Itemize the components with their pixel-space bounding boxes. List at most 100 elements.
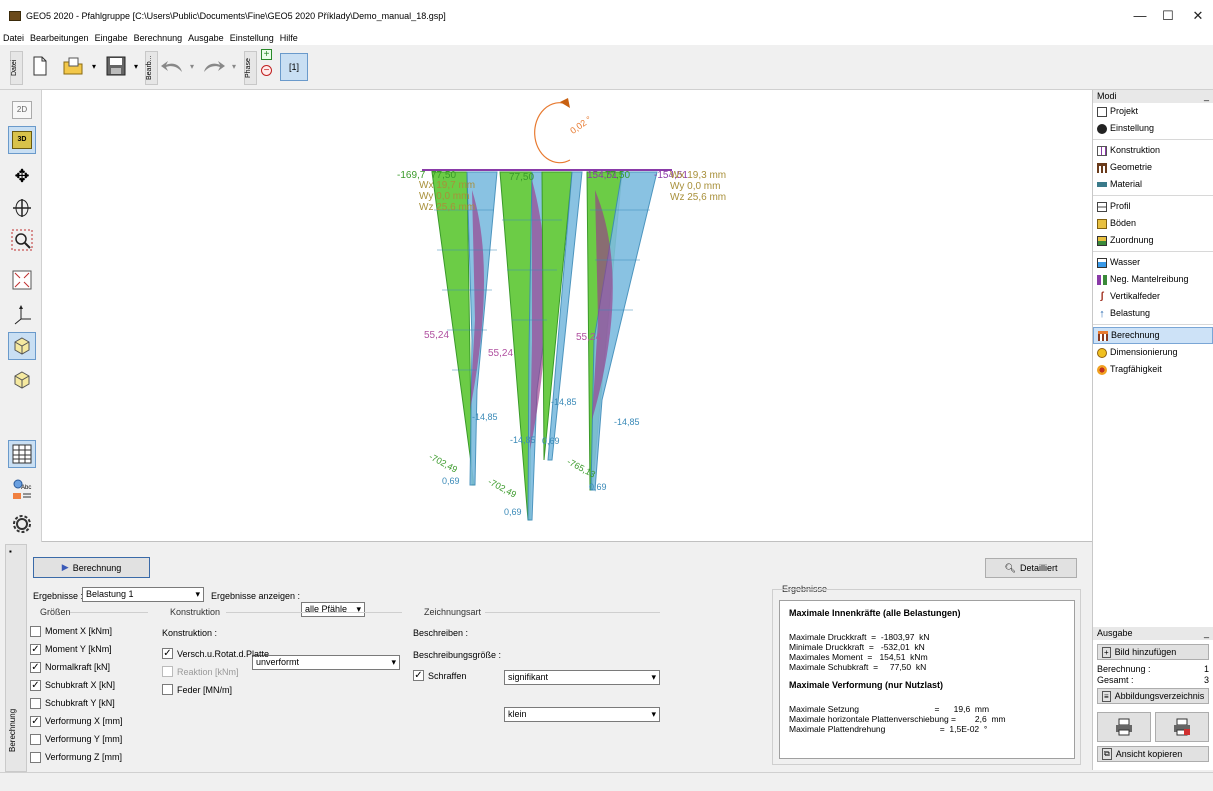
checkbox[interactable] (30, 625, 41, 637)
zoom-icon[interactable] (8, 226, 36, 254)
save-file-icon[interactable] (104, 53, 128, 79)
spring-option[interactable]: Feder [MN/m] (162, 684, 232, 695)
zoom-extents-icon[interactable] (8, 266, 36, 294)
print-button[interactable] (1097, 712, 1151, 742)
menu-berechnung[interactable]: Berechnung (131, 31, 186, 45)
new-file-icon[interactable] (28, 53, 52, 79)
checkbox[interactable] (162, 666, 173, 677)
minimize-button[interactable]: — (1125, 6, 1155, 26)
menu-einstellung[interactable]: Einstellung (227, 31, 277, 45)
checkbox[interactable] (30, 733, 41, 745)
bearbeitungen-toolbar-tab[interactable]: Bearb... (145, 51, 158, 85)
deform-left-wy: Wy 0,0 mm (419, 191, 470, 202)
axes-icon[interactable] (8, 300, 36, 328)
plate-displacement-option[interactable]: ✓ Versch.u.Rotat.d.Platte (162, 648, 269, 659)
berechnung-side-tab[interactable]: Berechnung (8, 692, 22, 768)
menu-eingabe[interactable]: Eingabe (92, 31, 131, 45)
results-box: Maximale Innenkräfte (alle Belastungen) … (779, 600, 1075, 759)
remove-phase-icon[interactable]: − (261, 65, 272, 76)
figures-list-button[interactable]: ≡ Abbildungsverzeichnis (1097, 688, 1209, 704)
construction-dropdown[interactable]: unverformt (252, 655, 400, 670)
phase-1-button[interactable]: [1] (280, 53, 308, 81)
phase-toolbar-tab[interactable]: Phase (244, 51, 257, 85)
view-3d-button[interactable]: 3D (8, 126, 36, 154)
mode-geometrie[interactable]: Geometrie (1093, 159, 1213, 176)
print-preview-button[interactable] (1155, 712, 1209, 742)
quantity-deformation-y[interactable]: Verformung Y [mm] (30, 730, 123, 748)
rotate-icon[interactable] (8, 194, 36, 222)
quantity-deformation-x-label: Verformung X [mm] (45, 716, 123, 726)
undo-dropdown-icon[interactable]: ▾ (190, 62, 194, 71)
save-dropdown-icon[interactable]: ▾ (134, 62, 138, 71)
mode-profil[interactable]: Profil (1093, 198, 1213, 215)
mode-vertikalfeder[interactable]: ʃ Vertikalfeder (1093, 288, 1213, 305)
checkbox[interactable] (30, 697, 41, 709)
mode-einstellung[interactable]: Einstellung (1093, 120, 1213, 137)
show-results-dropdown[interactable]: alle Pfähle (301, 602, 365, 617)
checkbox[interactable]: ✓ (30, 661, 41, 673)
mode-projekt[interactable]: Projekt (1093, 103, 1213, 120)
quantity-moment-x[interactable]: Moment X [kNm] (30, 622, 123, 640)
results-dropdown[interactable]: Belastung 1 (82, 587, 204, 602)
menu-hilfe[interactable]: Hilfe (277, 31, 301, 45)
checkbox[interactable]: ✓ (413, 670, 424, 681)
table-view-icon[interactable] (8, 440, 36, 468)
undo-icon[interactable] (160, 53, 184, 79)
checkbox[interactable]: ✓ (30, 643, 41, 655)
redo-dropdown-icon[interactable]: ▾ (232, 62, 236, 71)
describe-dropdown[interactable]: signifikant (504, 670, 660, 685)
view-2d-button[interactable]: 2D (8, 96, 36, 124)
checkbox[interactable] (162, 684, 173, 695)
quantity-shear-x[interactable]: ✓ Schubkraft X [kN] (30, 676, 123, 694)
quantity-shear-y[interactable]: Schubkraft Y [kN] (30, 694, 123, 712)
calculate-button[interactable]: ▶ Berechnung (33, 557, 150, 578)
mode-belastung[interactable]: ↑ Belastung (1093, 305, 1213, 322)
pin-icon[interactable]: ▪ (9, 547, 12, 556)
reaction-option[interactable]: Reaktion [kNm] (162, 666, 239, 677)
add-picture-button[interactable]: + Bild hinzufügen (1097, 644, 1209, 660)
mode-wasser[interactable]: Wasser (1093, 254, 1213, 271)
datei-toolbar-tab[interactable]: Datei (10, 51, 23, 85)
output-collapse-icon[interactable]: _ (1204, 627, 1209, 640)
labels-settings-icon[interactable]: Abc (8, 476, 36, 504)
copy-view-button[interactable]: ⧉ Ansicht kopieren (1097, 746, 1209, 762)
quantity-deformation-z[interactable]: Verformung Z [mm] (30, 748, 123, 766)
checkbox[interactable]: ✓ (30, 679, 41, 691)
reaction-label: Reaktion [kNm] (177, 666, 239, 677)
checkbox[interactable] (30, 751, 41, 763)
menu-bearbeitungen[interactable]: Bearbeitungen (27, 31, 92, 45)
mode-dimensionierung[interactable]: Dimensionierung (1093, 344, 1213, 361)
checkbox[interactable]: ✓ (30, 715, 41, 727)
quantity-normal-force[interactable]: ✓ Normalkraft [kN] (30, 658, 123, 676)
hatching-label: Schraffen (428, 670, 467, 681)
mode-berechnung[interactable]: Berechnung (1093, 327, 1213, 344)
mode-konstruktion[interactable]: Konstruktion (1093, 142, 1213, 159)
shear-label-4: -14,85 (614, 417, 640, 427)
open-dropdown-icon[interactable]: ▾ (92, 62, 96, 71)
pan-icon[interactable]: ✥ (8, 162, 36, 190)
close-button[interactable]: ✕ (1183, 6, 1213, 26)
redo-icon[interactable] (202, 53, 226, 79)
isometric-view-icon[interactable] (8, 366, 36, 394)
mode-material[interactable]: Material (1093, 176, 1213, 193)
mode-neg-mantelreibung[interactable]: Neg. Mantelreibung (1093, 271, 1213, 288)
quantity-deformation-x[interactable]: ✓ Verformung X [mm] (30, 712, 123, 730)
quantity-deformation-z-label: Verformung Z [mm] (45, 752, 123, 762)
menu-ausgabe[interactable]: Ausgabe (185, 31, 227, 45)
checkbox[interactable]: ✓ (162, 648, 173, 659)
quantity-moment-y[interactable]: ✓ Moment Y [kNm] (30, 640, 123, 658)
mode-boeden[interactable]: Böden (1093, 215, 1213, 232)
add-phase-icon[interactable]: + (261, 49, 272, 60)
mode-tragfaehigkeit[interactable]: Tragfähigkeit (1093, 361, 1213, 378)
default-view-icon[interactable] (8, 332, 36, 360)
menu-datei[interactable]: Datei (0, 31, 27, 45)
modes-collapse-icon[interactable]: _ (1204, 90, 1209, 103)
mode-zuordnung[interactable]: Zuordnung (1093, 232, 1213, 249)
hatching-option[interactable]: ✓ Schraffen (413, 670, 466, 681)
settings-gear-icon[interactable] (8, 510, 36, 538)
detailed-button[interactable]: 🔍︎ Detailliert (985, 558, 1077, 578)
description-size-dropdown[interactable]: klein (504, 707, 660, 722)
maximize-button[interactable]: ☐ (1153, 6, 1183, 26)
3d-viewport[interactable]: 0,02 ° -169,7 77,50 77,50 154,51 77,50 -… (42, 90, 1092, 542)
open-file-icon[interactable] (62, 53, 86, 79)
